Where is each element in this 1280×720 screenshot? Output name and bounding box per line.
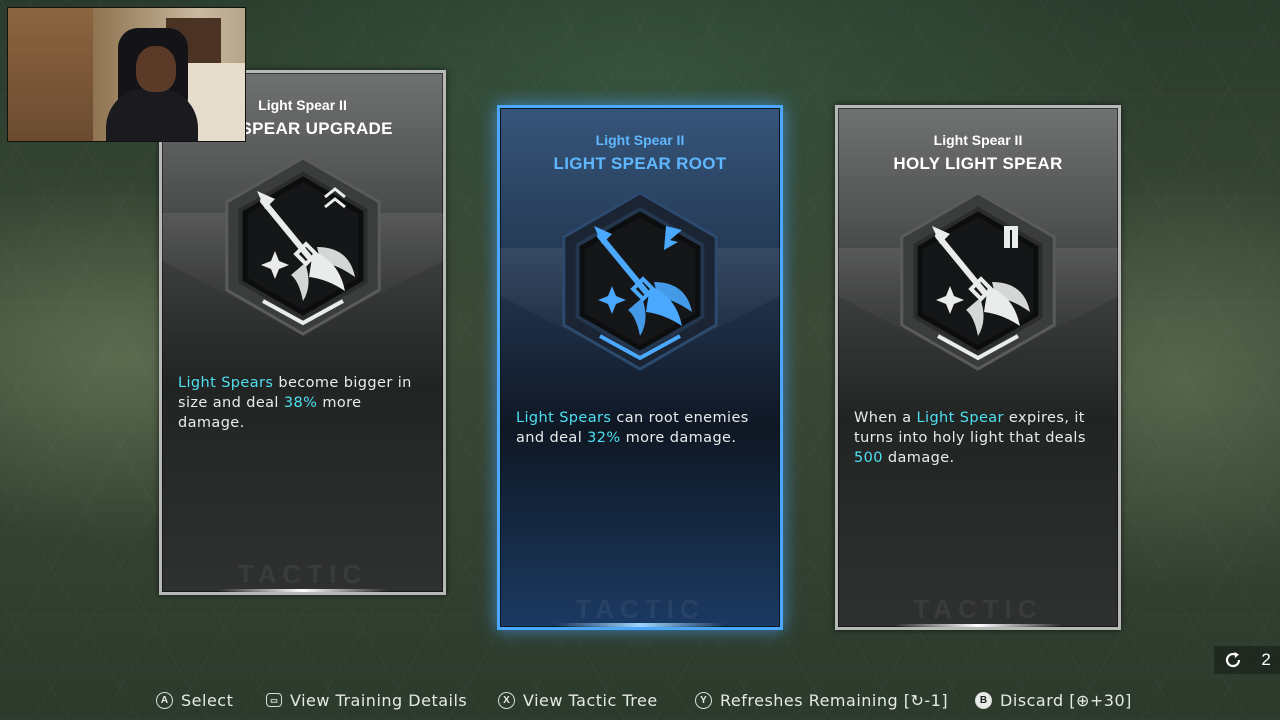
card-bottom-glow — [218, 589, 387, 592]
webcam-door — [8, 8, 93, 141]
highlight-text: Light Spears — [178, 375, 274, 391]
tactic-card-light-spear-upgrade[interactable]: Light Spear II HT SPEAR UPGRADE Light Sp… — [159, 70, 446, 595]
refresh-icon — [1226, 652, 1241, 668]
highlight-text: Light Spears — [516, 410, 612, 426]
card-subtitle: Light Spear II — [595, 132, 685, 148]
refresh-counter[interactable]: 2 — [1214, 646, 1280, 674]
highlight-text: 500 — [854, 450, 883, 466]
light-spear-root-icon — [554, 186, 726, 376]
b-button-icon: B — [975, 691, 992, 709]
hint-label: Select — [181, 690, 234, 710]
view-button-icon: ▭ — [266, 693, 282, 707]
card-description: Light Spears become bigger in size and d… — [178, 373, 429, 433]
a-button-icon: A — [156, 691, 173, 709]
highlight-text: 32% — [587, 430, 621, 446]
card-title: HOLY LIGHT SPEAR — [893, 154, 1063, 173]
hint-label: View Tactic Tree — [523, 690, 658, 710]
card-watermark: TACTIC — [913, 594, 1043, 624]
refresh-count: 2 — [1261, 650, 1271, 669]
hint-label: Refreshes Remaining [↻-1] — [720, 690, 949, 710]
card-bottom-glow — [556, 623, 724, 627]
card-watermark: TACTIC — [575, 594, 705, 624]
hint-label: View Training Details — [290, 690, 468, 710]
highlight-text: 38% — [283, 395, 318, 411]
highlight-text: Light Spear — [916, 410, 1004, 426]
tactic-card-holy-light-spear[interactable]: Light Spear II HOLY LIGHT SPEAR When a L… — [835, 105, 1121, 630]
view-training-details-hint[interactable]: ▭ View Training Details — [266, 686, 467, 714]
tactic-card-light-spear-root[interactable]: Light Spear II LIGHT SPEAR ROOT Light Sp… — [497, 105, 783, 630]
card-subtitle: Light Spear II — [933, 132, 1023, 148]
card-description: When a Light Spear expires, it turns int… — [854, 408, 1104, 468]
webcam-person-head — [136, 46, 176, 92]
view-tactic-tree-hint[interactable]: X View Tactic Tree — [498, 686, 658, 714]
card-title: LIGHT SPEAR ROOT — [553, 154, 727, 173]
discard-hint[interactable]: B Discard [⊕+30] — [975, 686, 1132, 714]
light-spear-upgrade-icon — [217, 151, 389, 341]
streamer-webcam — [7, 7, 246, 142]
select-hint[interactable]: A Select — [156, 686, 233, 714]
button-hints-bar: A Select ▭ View Training Details X View … — [0, 686, 1280, 714]
y-button-icon: Y — [695, 691, 712, 709]
card-description: Light Spears can root enemies and deal 3… — [516, 408, 766, 448]
description-text: When a — [854, 410, 917, 426]
hint-label: Discard [⊕+30] — [1000, 690, 1132, 710]
description-text: more damage. — [620, 430, 737, 446]
holy-light-spear-icon — [892, 186, 1064, 376]
refreshes-remaining-hint[interactable]: Y Refreshes Remaining [↻-1] — [695, 686, 948, 714]
x-button-icon: X — [498, 691, 515, 709]
card-watermark: TACTIC — [237, 559, 368, 589]
card-bottom-glow — [894, 624, 1062, 627]
description-text: damage. — [882, 450, 955, 466]
